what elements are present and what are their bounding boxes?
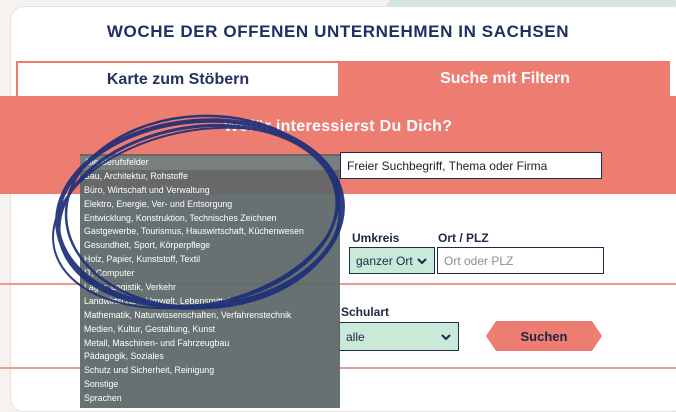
ort-input[interactable] — [437, 247, 604, 274]
list-item[interactable]: Schutz und Sicherheit, Reinigung — [80, 364, 340, 378]
schulart-select[interactable]: alle — [339, 322, 459, 351]
umkreis-select[interactable]: ganzer Ort — [349, 247, 435, 274]
list-item[interactable]: Holz, Papier, Kunststoff, Textil — [80, 253, 340, 267]
list-item[interactable]: Entwicklung, Konstruktion, Technisches Z… — [80, 212, 340, 226]
list-item[interactable]: Alle Berufsfelder — [80, 156, 340, 170]
list-item[interactable]: Bau, Architektur, Rohstoffe — [80, 170, 340, 184]
list-item[interactable]: Elektro, Energie, Ver- und Entsorgung — [80, 198, 340, 212]
list-item[interactable]: Medien, Kultur, Gestaltung, Kunst — [80, 323, 340, 337]
berufsfelder-dropdown-list[interactable]: Alle Berufsfelder Bau, Architektur, Rohs… — [80, 154, 340, 408]
list-item[interactable]: Mathematik, Naturwissenschaften, Verfahr… — [80, 309, 340, 323]
tab-karte[interactable]: Karte zum Stöbern — [16, 61, 340, 96]
list-item[interactable]: Sonstige — [80, 378, 340, 392]
list-item[interactable]: Pädagogik, Soziales — [80, 350, 340, 364]
tab-suche-mit-filtern[interactable]: Suche mit Filtern — [340, 61, 670, 96]
umkreis-value: ganzer Ort — [356, 253, 413, 268]
page-title: WOCHE DER OFFENEN UNTERNEHMEN IN SACHSEN — [106, 22, 570, 41]
list-item[interactable]: Lager, Logistik, Verkehr — [80, 281, 340, 295]
chevron-down-icon — [441, 333, 451, 340]
list-item[interactable]: Sprachen — [80, 392, 340, 406]
suchen-button[interactable]: Suchen — [486, 321, 602, 351]
chevron-down-icon — [417, 257, 427, 264]
question-heading: Wofür interessierst Du Dich? — [223, 118, 453, 135]
schulart-label: Schulart — [341, 305, 390, 319]
ort-label: Ort / PLZ — [438, 231, 489, 245]
list-item[interactable]: Gastgewerbe, Tourismus, Hauswirtschaft, … — [80, 225, 340, 239]
search-input[interactable] — [340, 152, 602, 179]
list-item[interactable]: IT, Computer — [80, 267, 340, 281]
list-item[interactable]: Gesundheit, Sport, Körperpflege — [80, 239, 340, 253]
schulart-value: alle — [346, 329, 365, 344]
list-item[interactable]: Büro, Wirtschaft und Verwaltung — [80, 184, 340, 198]
list-item[interactable]: Landwirtschaft, Umwelt, Lebensmittel — [80, 295, 340, 309]
umkreis-label: Umkreis — [352, 231, 400, 245]
list-item[interactable]: Metall, Maschinen- und Fahrzeugbau — [80, 337, 340, 351]
